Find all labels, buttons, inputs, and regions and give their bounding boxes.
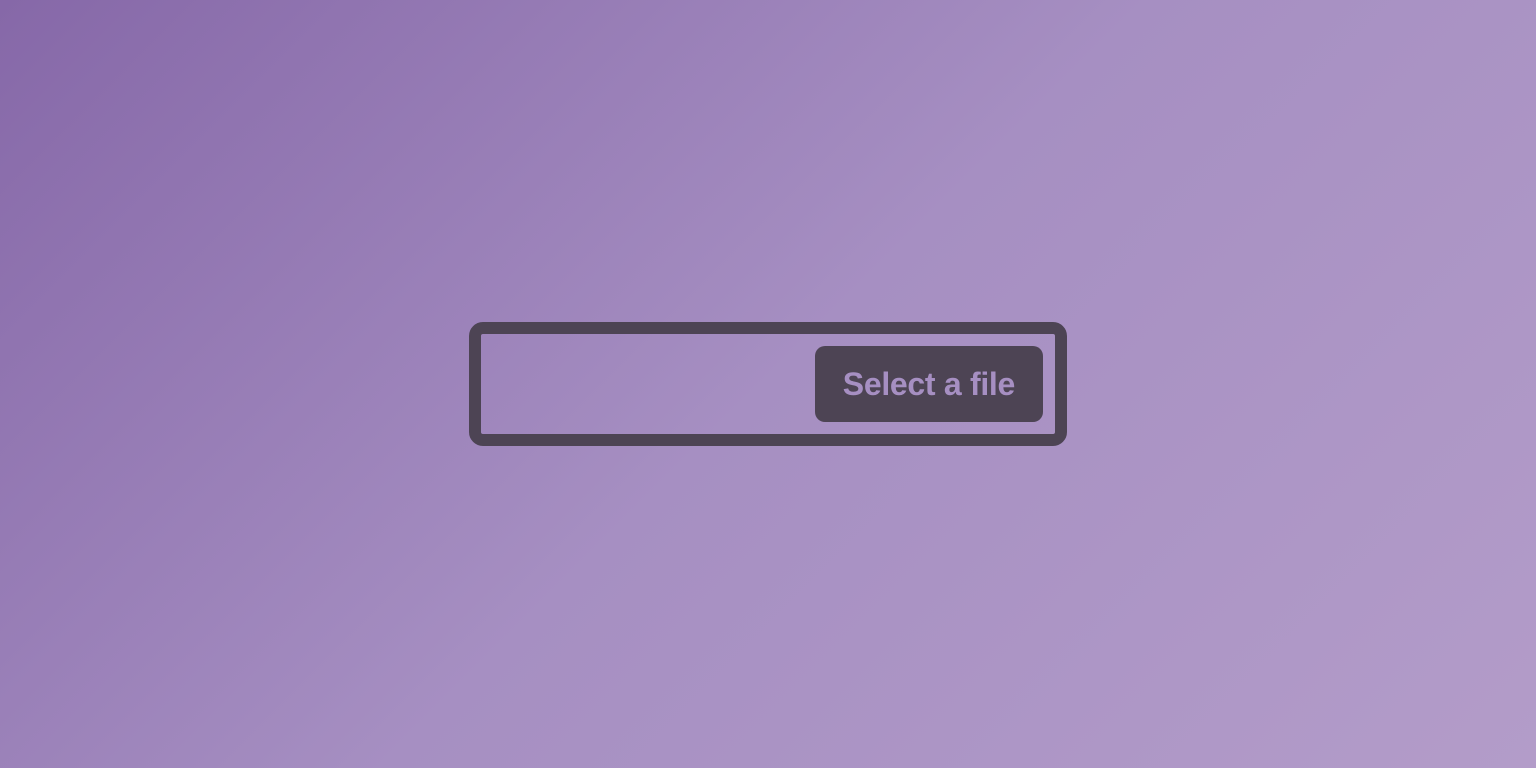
file-input-container[interactable]: Select a file xyxy=(469,322,1067,446)
file-name-display xyxy=(493,346,815,422)
select-file-button[interactable]: Select a file xyxy=(815,346,1043,422)
